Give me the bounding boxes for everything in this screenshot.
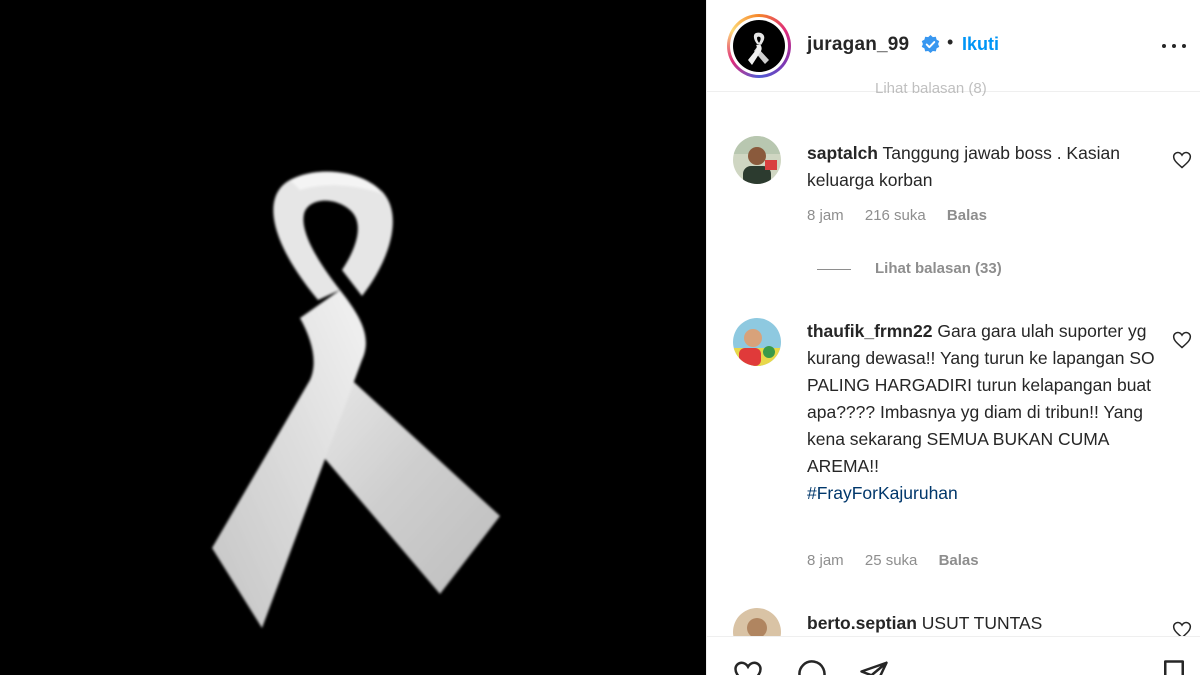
avatar[interactable] bbox=[727, 14, 791, 78]
action-bar bbox=[707, 636, 1200, 675]
like-comment-icon[interactable] bbox=[1172, 330, 1192, 350]
reply-button[interactable]: Balas bbox=[939, 552, 979, 569]
replies-divider bbox=[817, 268, 851, 270]
comment-likes[interactable]: 216 suka bbox=[865, 207, 926, 224]
comment-body: USUT TUNTAS bbox=[921, 613, 1043, 633]
comment-text: thaufik_frmn22 Gara gara ulah suporter y… bbox=[807, 318, 1157, 507]
comment-time[interactable]: 8 jam bbox=[807, 552, 844, 569]
comment-username[interactable]: berto.septian bbox=[807, 613, 917, 633]
follow-separator: • bbox=[947, 32, 954, 52]
comment-text: saptalch Tanggung jawab boss . Kasian ke… bbox=[807, 140, 1157, 194]
view-replies-label: Lihat balasan (33) bbox=[875, 260, 1002, 277]
comment-username[interactable]: thaufik_frmn22 bbox=[807, 321, 932, 341]
comment-body: Gara gara ulah suporter yg kurang dewasa… bbox=[807, 321, 1155, 476]
comment-meta: 8 jam 25 suka Balas bbox=[807, 552, 996, 569]
follow-button[interactable]: Ikuti bbox=[962, 34, 999, 55]
white-ribbon-icon bbox=[212, 171, 500, 628]
commenter-avatar[interactable] bbox=[733, 136, 781, 184]
like-icon[interactable] bbox=[733, 659, 763, 675]
save-icon[interactable] bbox=[1159, 659, 1189, 675]
post-image[interactable] bbox=[0, 0, 706, 675]
commenter-avatar[interactable] bbox=[733, 318, 781, 366]
avatar-photo bbox=[733, 136, 781, 184]
more-options-icon[interactable] bbox=[1159, 30, 1189, 60]
comment-meta: 8 jam 216 suka Balas bbox=[807, 207, 1004, 224]
share-icon[interactable] bbox=[859, 659, 889, 675]
comments-panel: juragan_99 • Ikuti Lihat balasan (8) sap… bbox=[706, 0, 1200, 675]
avatar-photo bbox=[733, 318, 781, 366]
hashtag-link[interactable]: #FrayForKajuruhan bbox=[807, 480, 1157, 507]
comment-time[interactable]: 8 jam bbox=[807, 207, 844, 224]
faded-view-replies[interactable]: Lihat balasan (8) bbox=[875, 80, 987, 97]
post-header: juragan_99 • Ikuti bbox=[707, 0, 1200, 92]
verified-badge-icon bbox=[921, 35, 940, 54]
comment-text: berto.septian USUT TUNTAS bbox=[807, 610, 1157, 637]
reply-button[interactable]: Balas bbox=[947, 207, 987, 224]
ribbon-icon bbox=[748, 32, 769, 65]
comment-likes[interactable]: 25 suka bbox=[865, 552, 918, 569]
comment-icon[interactable] bbox=[797, 659, 827, 675]
view-replies-button[interactable]: Lihat balasan (33) bbox=[817, 260, 1002, 277]
post-username[interactable]: juragan_99 bbox=[807, 34, 909, 56]
like-comment-icon[interactable] bbox=[1172, 150, 1192, 170]
comment-username[interactable]: saptalch bbox=[807, 143, 878, 163]
